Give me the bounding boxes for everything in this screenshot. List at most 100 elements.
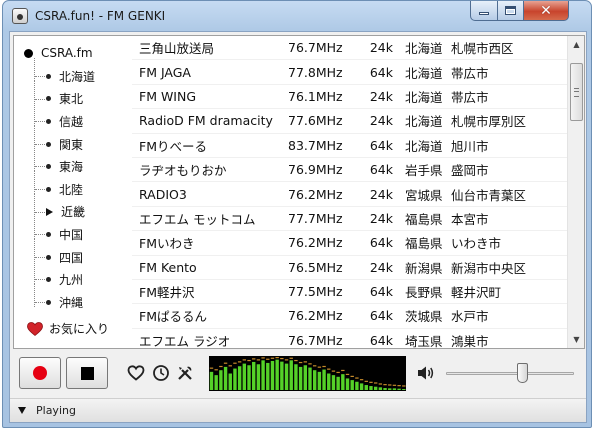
spectrum-peak [364, 380, 368, 382]
tree-items: 北海道東北 信越 関東 東海 北陸近畿 中国四国 九州 沖縄 [14, 58, 96, 314]
tree-connector-line [35, 76, 45, 77]
station-freq: 77.8MHz [288, 64, 343, 80]
spectrum-bar [275, 359, 279, 390]
spectrum-bar [284, 363, 289, 390]
station-name: エフエム ラジオ [139, 333, 231, 348]
tree-guide-line [34, 283, 35, 307]
tree-item[interactable]: 九州 [14, 261, 95, 291]
spectrum-peak [327, 368, 331, 370]
station-rate: 64k [369, 162, 393, 178]
spectrum-peak [378, 383, 383, 385]
scroll-down-arrow-icon[interactable]: ▼ [568, 331, 585, 348]
station-row[interactable]: RadioD FM dramacity 77.6MHz 24k 北海道 札幌市厚別区 [132, 109, 569, 134]
station-row[interactable]: FM WING 76.1MHz 24k 北海道 帯広市 [132, 85, 569, 110]
spectrum-bar [336, 376, 340, 390]
tree-connector-line [35, 188, 45, 190]
station-name: ラヂオもりおか [139, 163, 227, 179]
record-button[interactable] [19, 357, 61, 389]
spectrum-peak [261, 357, 265, 359]
station-rate: 24k [369, 113, 393, 129]
tree-guide-line [34, 261, 35, 285]
scroll-thumb[interactable] [570, 63, 583, 121]
spectrum-peak [214, 369, 218, 371]
spectrum-peak [336, 371, 340, 374]
spectrum-bar [228, 373, 232, 390]
station-name: エフエム モットコム [139, 211, 256, 227]
stop-button[interactable] [66, 357, 108, 389]
tree-item-label: 東北 [59, 92, 84, 107]
station-row[interactable]: FMいわき 76.2MHz 64k 福島県 いわき市 [132, 231, 569, 256]
tree-item[interactable]: 東北 [14, 80, 95, 111]
minimize-icon [479, 12, 489, 15]
clock-icon[interactable] [152, 364, 170, 382]
bullet-icon [46, 164, 51, 170]
tree-item[interactable]: 北陸 [14, 170, 95, 201]
station-row[interactable]: エフエム ラジオ 76.7MHz 64k 埼玉県 鴻巣市 [132, 329, 569, 348]
spectrum-peak [266, 358, 270, 360]
scroll-up-arrow-icon[interactable]: ▲ [568, 36, 585, 53]
tree-item-label: 近畿 [61, 205, 86, 220]
app-window: CSRA.fun! - FM GENKI ✕ CSRA.fm 北海道 東北 信越 関東… [2, 0, 592, 428]
tree-item[interactable]: 北海道 [14, 58, 96, 88]
tree-item[interactable]: 中国 [14, 216, 95, 246]
station-row[interactable]: FMりべーる 83.7MHz 64k 北海道 旭川市 [132, 134, 569, 158]
station-pref: 新潟県 [405, 260, 443, 276]
station-row[interactable]: FM軽井沢 77.5MHz 64k 長野県 軽井沢町 [132, 280, 569, 305]
tree-root-label: CSRA.fm [41, 46, 93, 60]
tree-connector-line [35, 143, 45, 145]
tools-icon[interactable] [176, 364, 194, 382]
station-row[interactable]: 三角山放送局 76.7MHz 24k 北海道 札幌市西区 [132, 36, 569, 61]
maximize-button[interactable] [497, 1, 524, 21]
station-name: FM軽井沢 [139, 285, 195, 301]
tree-item-label: 北海道 [59, 69, 96, 84]
collapse-triangle-icon[interactable] [18, 407, 26, 414]
tree-favorites[interactable]: お気に入り [27, 320, 109, 337]
minimize-button[interactable] [470, 1, 498, 21]
app-icon[interactable] [12, 8, 28, 24]
station-row[interactable]: エフエム モットコム 77.7MHz 24k 福島県 本宮市 [132, 207, 569, 232]
station-name: FM Kento [139, 259, 197, 275]
spectrum-peak [359, 379, 364, 381]
close-button[interactable]: ✕ [523, 1, 569, 21]
root-bullet-icon [24, 48, 33, 58]
volume-slider-track[interactable] [446, 372, 574, 375]
station-name: FMぱるるん [139, 309, 207, 325]
station-city: 仙台市青葉区 [451, 187, 527, 203]
tree-item[interactable]: 東海 [14, 148, 95, 178]
spectrum-bar [355, 381, 359, 390]
station-row[interactable]: FM Kento 76.5MHz 24k 新潟県 新潟市中央区 [132, 256, 569, 280]
tree-item[interactable]: 沖縄 [14, 283, 95, 314]
heart-outline-icon[interactable] [127, 364, 145, 382]
spectrum-bar [298, 366, 303, 390]
spectrum-bar [331, 375, 336, 390]
station-pref: 北海道 [405, 114, 443, 130]
spectrum-peak [252, 358, 256, 360]
bullet-icon [46, 231, 51, 237]
tree-item[interactable]: 近畿 [14, 193, 95, 224]
region-tree[interactable]: CSRA.fm 北海道東北 信越 関東 東海 北陸近畿 中国四国 九州 沖縄 お気に入り [14, 36, 132, 348]
spectrum-peak [298, 361, 303, 364]
spectrum-peak [242, 359, 247, 361]
station-list[interactable]: 三角山放送局 76.7MHz 24k 北海道 札幌市西区 FM JAGA 77.8MHz 64… [132, 36, 569, 348]
tree-item-label: 四国 [59, 250, 84, 265]
tree-item[interactable]: 四国 [14, 238, 95, 269]
station-row[interactable]: ラヂオもりおか 76.9MHz 64k 岩手県 盛岡市 [132, 158, 569, 183]
volume-slider-thumb[interactable] [517, 363, 529, 383]
station-city: 本宮市 [451, 211, 489, 227]
tree-item[interactable]: 信越 [14, 103, 95, 133]
speaker-icon[interactable] [417, 365, 435, 381]
station-pref: 北海道 [405, 65, 443, 81]
station-row[interactable]: FMぱるるん 76.2MHz 64k 茨城県 水戸市 [132, 304, 569, 329]
spectrum-peak [247, 359, 251, 362]
spectrum-peak [397, 385, 401, 387]
vertical-scrollbar[interactable]: ▲ ▼ [567, 36, 584, 348]
station-city: 札幌市西区 [451, 41, 514, 57]
station-city: 水戸市 [451, 309, 489, 325]
tree-guide-line [34, 148, 35, 172]
station-city: 札幌市厚別区 [451, 114, 527, 130]
station-row[interactable]: FM JAGA 77.8MHz 64k 北海道 帯広市 [132, 60, 569, 85]
tree-item[interactable]: 関東 [14, 125, 95, 156]
title-bar[interactable]: CSRA.fun! - FM GENKI ✕ [3, 1, 591, 31]
station-row[interactable]: RADIO3 76.2MHz 24k 宮城県 仙台市青葉区 [132, 182, 569, 207]
spectrum-bar [364, 385, 368, 390]
